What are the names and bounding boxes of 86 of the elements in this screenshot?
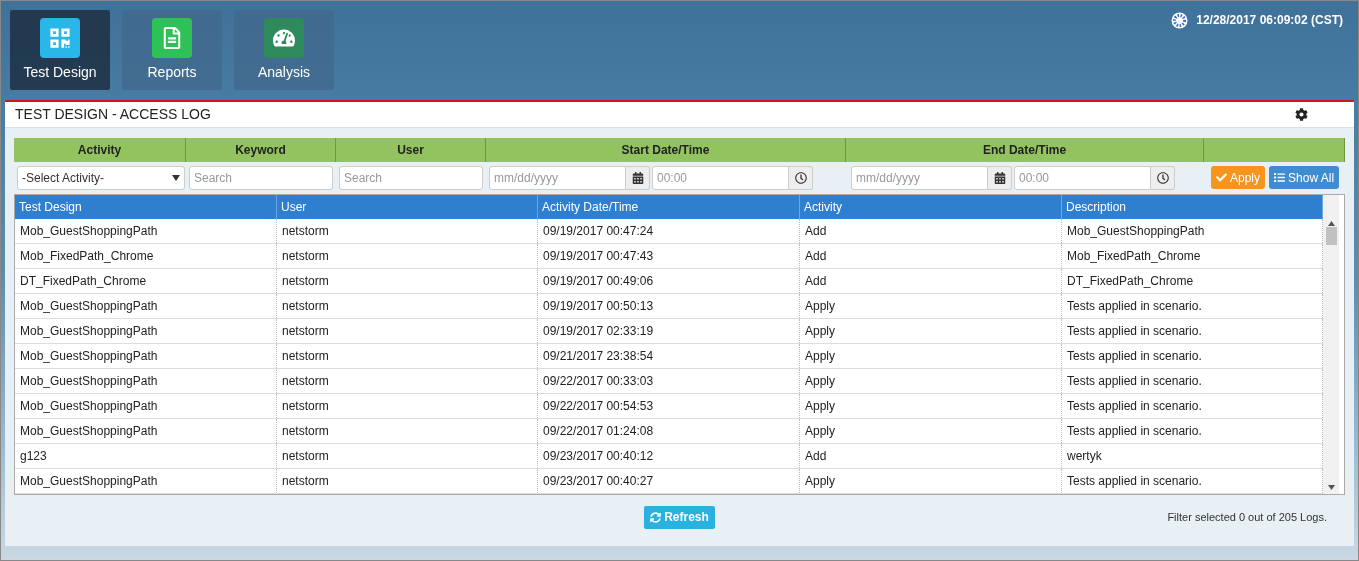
filter-header: User [336, 138, 486, 162]
table-cell: netstorm [277, 469, 538, 493]
table-cell: 09/22/2017 00:54:53 [538, 394, 800, 418]
table-cell: 09/22/2017 00:33:03 [538, 369, 800, 393]
nav-tile[interactable]: Analysis [234, 10, 334, 90]
table-cell: Mob_GuestShoppingPath [15, 369, 277, 393]
calendar-icon-button[interactable] [988, 165, 1012, 190]
table-cell: netstorm [277, 269, 538, 293]
clock-icon-button[interactable] [1151, 165, 1175, 190]
table-cell: 09/23/2017 00:40:12 [538, 444, 800, 468]
table-cell: 09/22/2017 01:24:08 [538, 419, 800, 443]
document-icon [161, 26, 183, 49]
table-cell: 09/19/2017 00:50:13 [538, 294, 800, 318]
qr-code-icon [49, 26, 71, 49]
table-cell: Mob_GuestShoppingPath [15, 294, 277, 318]
table-cell: 09/19/2017 02:33:19 [538, 319, 800, 343]
table-cell: Mob_GuestShoppingPath [15, 344, 277, 368]
list-icon [1274, 172, 1286, 183]
table-cell: netstorm [277, 319, 538, 343]
table-cell: Mob_GuestShoppingPath [15, 469, 277, 493]
table-cell: netstorm [277, 419, 538, 443]
table-cell: Apply [800, 394, 1062, 418]
scroll-down-icon[interactable] [1327, 485, 1335, 490]
table-cell: Apply [800, 344, 1062, 368]
globe-icon [1171, 11, 1189, 29]
filter-header: Start Date/Time [486, 138, 846, 162]
panel-title: TEST DESIGN - ACCESS LOG [15, 105, 211, 124]
calendar-icon [993, 171, 1006, 184]
table-cell: Apply [800, 369, 1062, 393]
table-cell: netstorm [277, 369, 538, 393]
clock-icon-button[interactable] [789, 165, 813, 190]
refresh-icon [650, 511, 662, 523]
table-cell: netstorm [277, 219, 538, 243]
caret-icon [172, 174, 180, 181]
column-header: Test Design [15, 195, 277, 219]
user-search-field[interactable]: Search [339, 165, 483, 190]
table-cell: 09/23/2017 00:40:27 [538, 469, 800, 493]
table-cell: Add [800, 244, 1062, 268]
filter-header: Activity [14, 138, 186, 162]
scroll-thumb[interactable] [1325, 227, 1337, 245]
calendar-icon-button[interactable] [626, 165, 650, 190]
table-cell: Mob_GuestShoppingPath [15, 419, 277, 443]
clock-icon [1156, 171, 1169, 184]
scrollbar[interactable] [1323, 195, 1339, 494]
status-text: Filter selected 0 out of 205 Logs. [1167, 509, 1327, 525]
start-date-field[interactable]: mm/dd/yyyy [489, 165, 626, 190]
end-date-field[interactable]: mm/dd/yyyy [851, 165, 988, 190]
table-cell: netstorm [277, 344, 538, 368]
table-cell: Mob_GuestShoppingPath [15, 394, 277, 418]
nav-tile[interactable]: Test Design [10, 10, 110, 90]
activity-select[interactable]: -Select Activity- [17, 165, 185, 190]
table-cell: Mob_GuestShoppingPath [15, 219, 277, 243]
table-cell: g123 [15, 444, 277, 468]
table-cell: netstorm [277, 244, 538, 268]
table-cell: Apply [800, 319, 1062, 343]
check-icon [1216, 172, 1227, 183]
table-cell: netstorm [277, 394, 538, 418]
table-cell: netstorm [277, 444, 538, 468]
nav-tile[interactable]: Reports [122, 10, 222, 90]
table-cell: 09/19/2017 00:47:24 [538, 219, 800, 243]
column-header: User [277, 195, 538, 219]
table-cell: 09/19/2017 00:49:06 [538, 269, 800, 293]
show-all-button[interactable]: Show All [1269, 166, 1340, 189]
filter-header: End Date/Time [846, 138, 1204, 162]
table-cell: 09/21/2017 23:38:54 [538, 344, 800, 368]
table-cell: Add [800, 444, 1062, 468]
start-time-field[interactable]: 00:00 [652, 165, 789, 190]
calendar-icon [631, 171, 644, 184]
table-cell: Add [800, 219, 1062, 243]
table-cell: Add [800, 269, 1062, 293]
end-time-field[interactable]: 00:00 [1014, 165, 1151, 190]
filter-header: Keyword [186, 138, 336, 162]
table-cell: Mob_GuestShoppingPath [15, 319, 277, 343]
column-header: Activity Date/Time [538, 195, 800, 219]
table-cell: 09/19/2017 00:47:43 [538, 244, 800, 268]
table-cell: DT_FixedPath_Chrome [15, 269, 277, 293]
settings-icon[interactable] [1295, 108, 1308, 121]
table-cell: Apply [800, 469, 1062, 493]
table-cell: Apply [800, 419, 1062, 443]
table-cell: Mob_FixedPath_Chrome [15, 244, 277, 268]
clock-text: 12/28/2017 06:09:02 (CST) [1196, 12, 1343, 29]
column-header: Activity [800, 195, 1062, 219]
keyword-search-field[interactable]: Search [189, 165, 333, 190]
table-cell: netstorm [277, 294, 538, 318]
table-cell: Apply [800, 294, 1062, 318]
clock-icon [794, 171, 807, 184]
